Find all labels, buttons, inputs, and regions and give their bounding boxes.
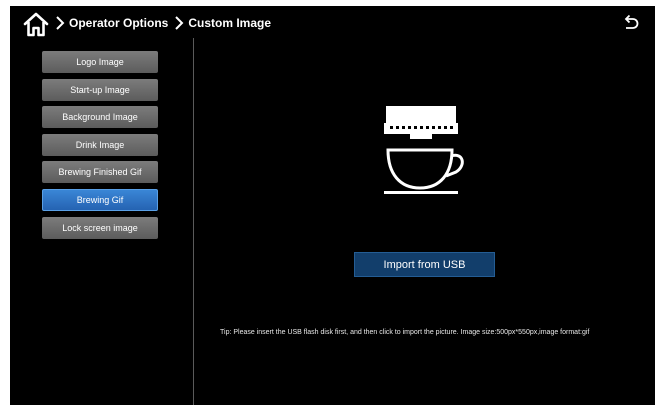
breadcrumb-custom-image: Custom Image	[188, 16, 272, 30]
custom-image-screen: Operator Options Custom Image Logo Image…	[10, 6, 655, 405]
home-icon[interactable]	[22, 10, 50, 38]
breadcrumb: Operator Options Custom Image	[54, 12, 271, 34]
menu-item-drink-image[interactable]: Drink Image	[42, 133, 158, 156]
vertical-divider	[193, 38, 194, 405]
tip-text: Tip: Please insert the USB flash disk fi…	[220, 329, 590, 336]
menu-item-background-image[interactable]: Background Image	[42, 106, 158, 129]
chevron-right-icon	[175, 16, 184, 30]
menu-item-start-up-image[interactable]: Start-up Image	[42, 78, 158, 101]
coffee-machine-cup-icon	[384, 106, 464, 194]
menu-item-brewing-finished-gif[interactable]: Brewing Finished Gif	[42, 161, 158, 184]
menu-item-brewing-gif[interactable]: Brewing Gif	[42, 188, 158, 211]
menu-item-logo-image[interactable]: Logo Image	[42, 51, 158, 73]
import-from-usb-button[interactable]: Import from USB	[354, 252, 495, 277]
back-arrow-icon[interactable]	[621, 12, 641, 32]
menu-item-lock-screen-image[interactable]: Lock screen image	[42, 216, 158, 239]
breadcrumb-operator-options[interactable]: Operator Options	[69, 16, 168, 30]
image-type-menu: Logo Image Start-up Image Background Ima…	[42, 51, 160, 244]
chevron-right-icon	[56, 16, 65, 30]
